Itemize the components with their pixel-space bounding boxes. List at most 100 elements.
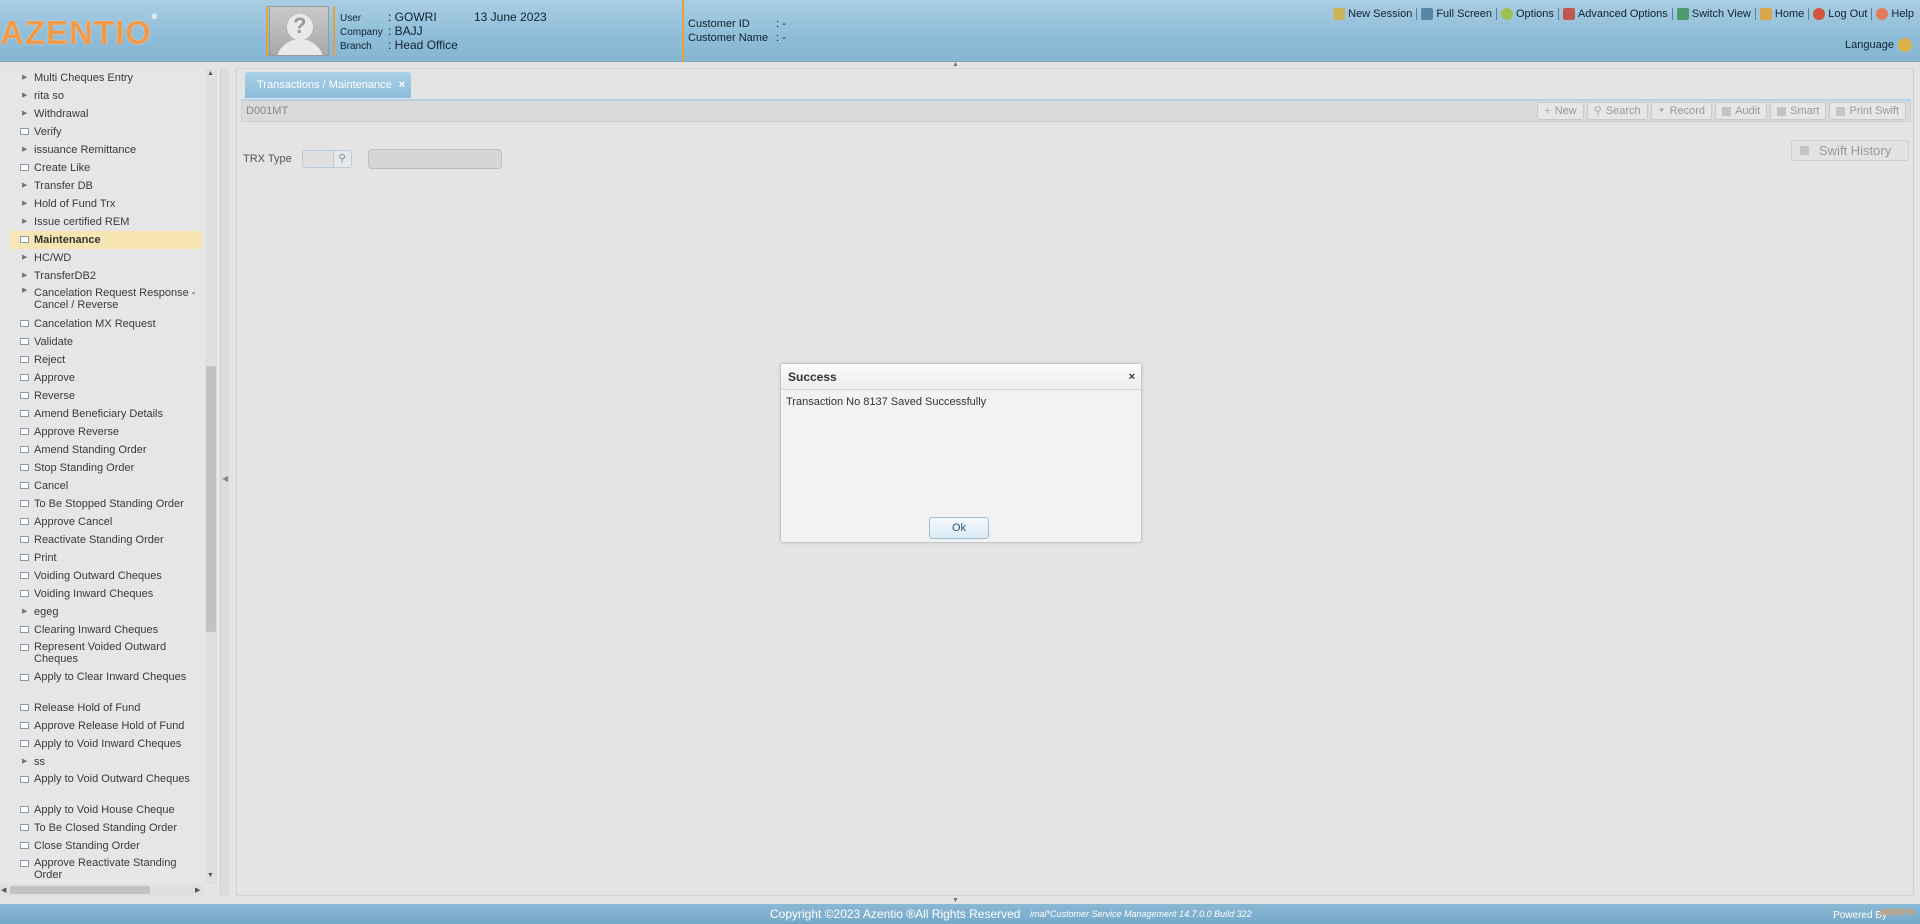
trx-type-description-input[interactable] [367, 149, 502, 169]
close-icon[interactable]: × [1129, 364, 1135, 390]
smart-button[interactable]: Smart [1770, 102, 1827, 120]
sidebar-item[interactable]: Approve Cancel [10, 513, 202, 531]
sidebar-item[interactable]: Apply to Void Inward Cheques [10, 735, 202, 753]
scroll-left-icon[interactable]: ◀ [1, 886, 6, 894]
sidebar-item[interactable]: ▶ rita so [10, 87, 202, 105]
sidebar-item[interactable]: Reactivate Standing Order [10, 531, 202, 549]
screen-icon [20, 428, 29, 435]
sidebar-item[interactable]: Release Hold of Fund [10, 699, 202, 717]
header-collapse-handle[interactable]: ▲ [952, 61, 959, 68]
trx-type-lookup-button[interactable]: ⚲ [333, 150, 352, 168]
panel-splitter[interactable]: ◀ [220, 68, 229, 896]
ok-button[interactable]: Ok [929, 517, 989, 539]
collapse-left-icon[interactable]: ◀ [222, 474, 228, 483]
sidebar-item-label: Reactivate Standing Order [34, 534, 164, 546]
sidebar-item[interactable]: Create Like [10, 159, 202, 177]
sidebar-item[interactable]: Print [10, 549, 202, 567]
options-button[interactable]: Options [1497, 8, 1558, 20]
footer-collapse-handle[interactable]: ▼ [952, 897, 959, 904]
sidebar-item[interactable]: Apply to Clear Inward Cheques [10, 669, 202, 699]
search-button[interactable]: ⚲ Search [1586, 102, 1648, 120]
sidebar-item[interactable]: ▶ Multi Cheques Entry [10, 69, 202, 87]
audit-button[interactable]: Audit [1715, 102, 1768, 120]
scroll-thumb[interactable] [206, 366, 216, 632]
sidebar-item-label: Apply to Void Outward Cheques [34, 773, 190, 785]
sidebar-item[interactable]: Voiding Inward Cheques [10, 585, 202, 603]
sidebar-item[interactable]: Approve Reactivate Standing Order [10, 855, 202, 885]
sidebar-item[interactable]: Validate [10, 333, 202, 351]
sidebar-item[interactable]: Close Standing Order [10, 837, 202, 855]
expand-arrow-icon: ▶ [22, 200, 28, 207]
home-button[interactable]: Home [1756, 8, 1808, 20]
new-session-button[interactable]: New Session [1329, 8, 1416, 20]
sidebar-item[interactable]: ▶ HC/WD [10, 249, 202, 267]
log-out-button[interactable]: Log Out [1809, 8, 1871, 20]
sidebar-item[interactable]: Represent Voided Outward Cheques [10, 639, 202, 669]
sidebar-item[interactable]: To Be Closed Standing Order [10, 819, 202, 837]
scroll-thumb[interactable] [10, 886, 150, 894]
sidebar-item[interactable]: Amend Beneficiary Details [10, 405, 202, 423]
sidebar-item[interactable]: Apply to Void Outward Cheques [10, 771, 202, 801]
sidebar-item-label: Close Standing Order [34, 840, 140, 852]
scroll-up-icon[interactable]: ▲ [207, 70, 214, 77]
sidebar-item[interactable]: ▶ ss [10, 753, 202, 771]
full-screen-button[interactable]: Full Screen [1417, 8, 1496, 20]
close-tab-icon[interactable]: × [399, 72, 405, 98]
new-button[interactable]: + New [1537, 102, 1584, 120]
sidebar-item[interactable]: Maintenance [10, 231, 202, 249]
new-session-icon [1333, 8, 1346, 20]
swift-history-button[interactable]: Swift History [1791, 140, 1909, 161]
sidebar-item[interactable]: Reverse [10, 387, 202, 405]
left-menu-vertical-scrollbar[interactable]: ▲ ▼ [205, 68, 217, 884]
sidebar-item[interactable]: ▶ Transfer DB [10, 177, 202, 195]
tab-transactions-maintenance[interactable]: Transactions / Maintenance × [245, 72, 411, 98]
sidebar-item[interactable]: ▶ egeg [10, 603, 202, 621]
sidebar-item[interactable]: Approve [10, 369, 202, 387]
sidebar-item[interactable]: Reject [10, 351, 202, 369]
advanced-options-button[interactable]: Advanced Options [1559, 8, 1672, 20]
sidebar-item[interactable]: Approve Reverse [10, 423, 202, 441]
sidebar-item[interactable]: Cancel [10, 477, 202, 495]
sidebar-item[interactable]: Verify [10, 123, 202, 141]
help-button[interactable]: Help [1872, 8, 1918, 20]
sidebar-item[interactable]: Voiding Outward Cheques [10, 567, 202, 585]
dialog-title: Success × [781, 364, 1141, 390]
record-button[interactable]: ▼ Record [1650, 102, 1713, 120]
sidebar-item-label: Clearing Inward Cheques [34, 624, 159, 636]
sidebar-item[interactable]: Amend Standing Order [10, 441, 202, 459]
language-selector[interactable]: Language [1845, 38, 1912, 52]
scroll-down-icon[interactable]: ▼ [207, 872, 214, 879]
sidebar-item[interactable]: Approve Release Hold of Fund [10, 717, 202, 735]
switch-view-button[interactable]: Switch View [1673, 8, 1755, 20]
sidebar-item[interactable]: Cancelation MX Request [10, 315, 202, 333]
screen-icon [20, 482, 29, 489]
swift-history-icon [1800, 146, 1809, 155]
screen-icon [20, 722, 29, 729]
trx-type-label: TRX Type [243, 153, 292, 165]
sidebar-item[interactable]: ▶ TransferDB2 [10, 267, 202, 285]
scroll-right-icon[interactable]: ▶ [195, 886, 200, 894]
expand-arrow-icon: ▶ [22, 92, 28, 99]
screen-icon [20, 410, 29, 417]
sidebar-item-label: rita so [34, 90, 64, 102]
sidebar-item[interactable]: ▶ Issue certified REM [10, 213, 202, 231]
screen-icon [20, 464, 29, 471]
sidebar-item-label: Cancelation MX Request [34, 318, 156, 330]
sidebar-item[interactable]: Apply to Void House Cheque [10, 801, 202, 819]
screen-icon [20, 860, 29, 867]
sidebar-item[interactable]: ▶ Hold of Fund Trx [10, 195, 202, 213]
sidebar-item[interactable]: To Be Stopped Standing Order [10, 495, 202, 513]
sidebar-item[interactable]: ▶ Cancelation Request Response - Cancel /… [10, 285, 202, 315]
sidebar-item[interactable]: Stop Standing Order [10, 459, 202, 477]
sidebar-item-label: Validate [34, 336, 73, 348]
sidebar-item[interactable]: ▶ Withdrawal [10, 105, 202, 123]
expand-arrow-icon: ▶ [22, 287, 28, 294]
print-swift-button[interactable]: Print Swift [1829, 102, 1906, 120]
log-out-icon [1813, 8, 1826, 20]
sidebar-item-label: ss [34, 756, 45, 768]
left-menu-horizontal-scrollbar[interactable]: ◀ ▶ [0, 884, 205, 896]
sidebar-item[interactable]: Clearing Inward Cheques [10, 621, 202, 639]
screen-toolbar: D001MT + New ⚲ Search ▼ Record Audit Smart … [241, 99, 1911, 122]
sidebar-item[interactable]: ▶ issuance Remittance [10, 141, 202, 159]
trx-type-code-input[interactable] [301, 150, 334, 168]
